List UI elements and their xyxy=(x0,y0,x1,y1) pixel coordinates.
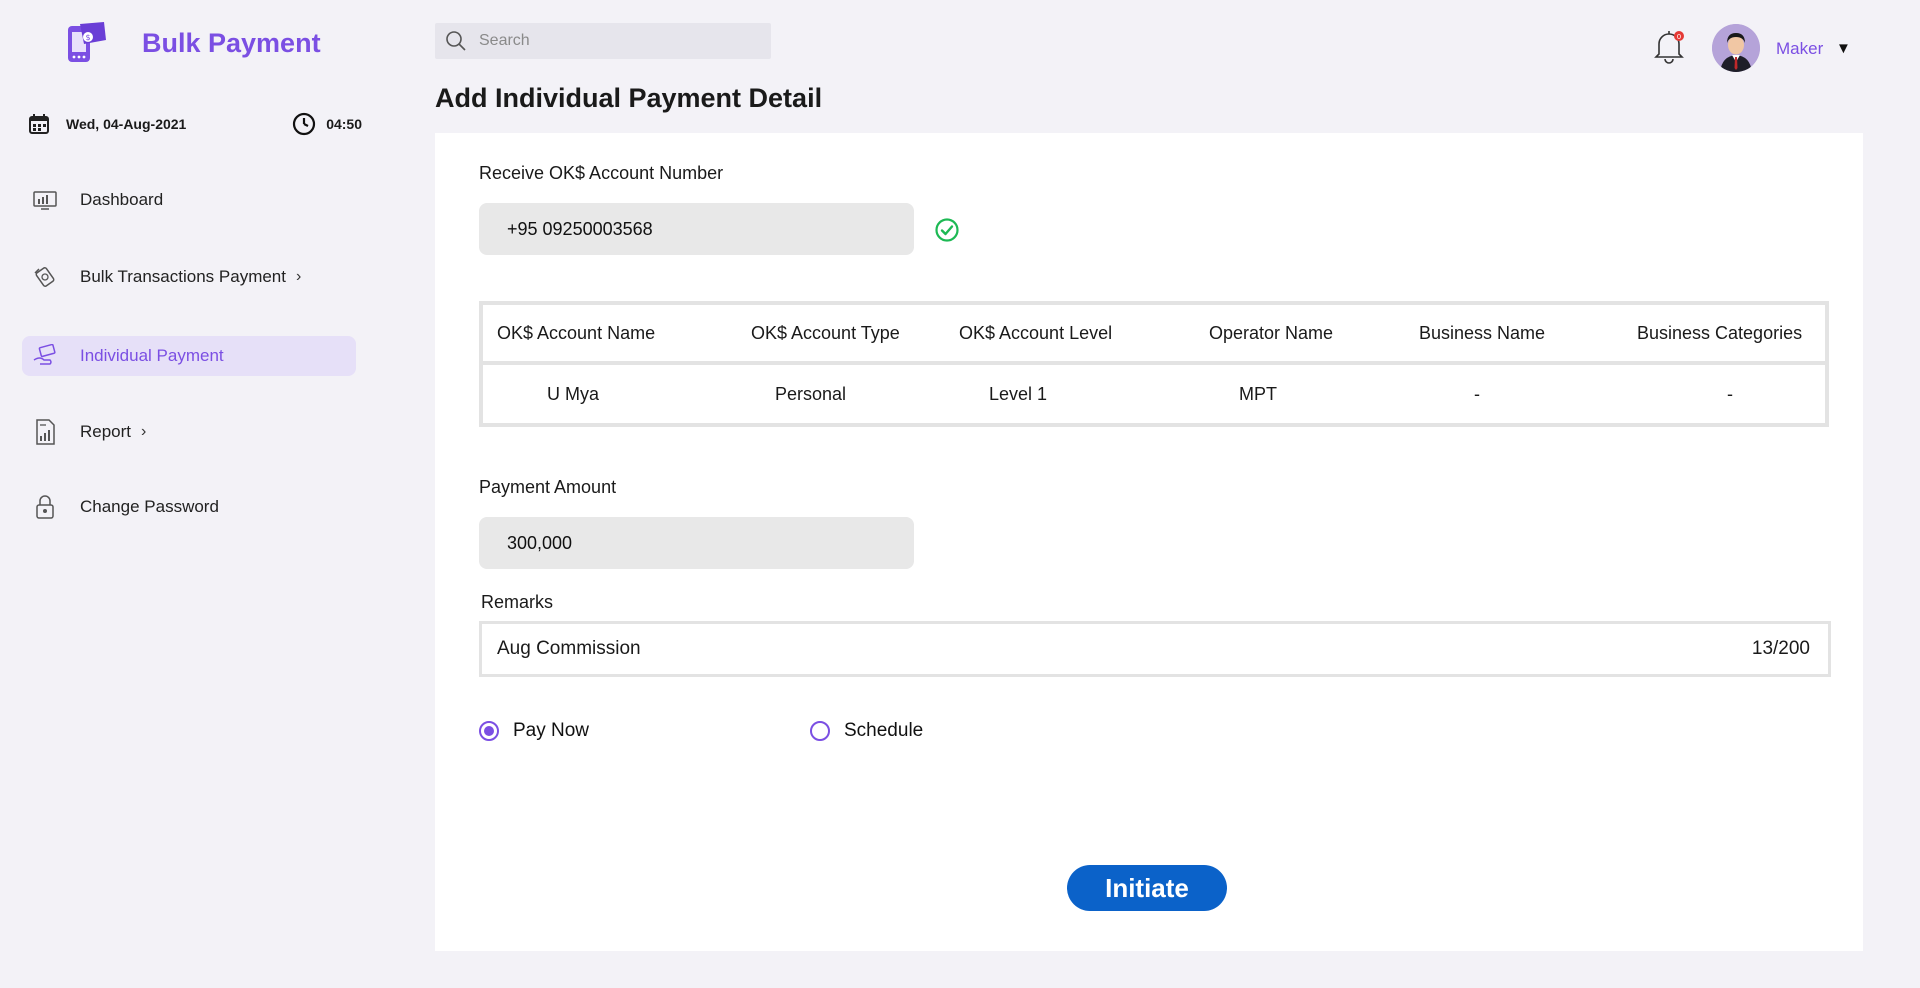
svg-text:$: $ xyxy=(85,33,90,42)
radio-button-checked[interactable] xyxy=(479,721,499,741)
payment-form-card: Receive OK$ Account Number +95 092500035… xyxy=(435,133,1863,951)
table-header: OK$ Account Type xyxy=(751,322,900,343)
account-number-field[interactable]: +95 09250003568 xyxy=(479,203,914,255)
sidebar-item-report[interactable]: Report › xyxy=(22,412,356,452)
radio-dot xyxy=(484,726,494,736)
radio-label: Pay Now xyxy=(513,720,590,741)
check-circle-icon xyxy=(935,218,959,242)
search-bar[interactable] xyxy=(435,23,771,59)
table-cell: U Mya xyxy=(547,383,600,404)
calendar-icon xyxy=(29,114,49,134)
bulk-transactions-icon xyxy=(32,264,58,290)
sidebar-item-label: Bulk Transactions Payment xyxy=(80,267,286,286)
sidebar-item-dashboard[interactable]: Dashboard xyxy=(22,180,356,220)
user-avatar-icon xyxy=(1712,24,1760,72)
remarks-field[interactable]: Aug Commission 13/200 xyxy=(479,621,1831,677)
sidebar-item-label: Change Password xyxy=(80,497,219,516)
table-header: Business Name xyxy=(1419,322,1546,343)
table-cell: Personal xyxy=(775,383,847,404)
current-date: Wed, 04-Aug-2021 xyxy=(66,116,187,132)
remarks-label: Remarks xyxy=(481,592,554,612)
notification-button[interactable]: 0 xyxy=(1652,28,1686,64)
dashboard-icon xyxy=(32,187,58,213)
radio-label: Schedule xyxy=(844,720,924,741)
remarks-character-count: 13/200 xyxy=(1751,638,1810,659)
table-cell: MPT xyxy=(1239,383,1277,404)
time-block: 04:50 xyxy=(292,112,362,136)
radio-schedule[interactable]: Schedule xyxy=(810,720,923,742)
brand-title: Bulk Payment xyxy=(142,27,321,58)
sidebar-item-label: Dashboard xyxy=(80,190,164,209)
sidebar-item-bulk-transactions[interactable]: Bulk Transactions Payment › xyxy=(22,257,356,297)
date-time-bar: Wed, 04-Aug-2021 04:50 xyxy=(28,112,362,136)
caret-down-icon[interactable]: ▼ xyxy=(1836,40,1851,57)
bell-icon: 0 xyxy=(1654,31,1684,64)
sidebar-item-individual-payment[interactable]: Individual Payment xyxy=(22,336,356,376)
table-cell: - xyxy=(1727,383,1733,404)
radio-pay-now[interactable]: Pay Now xyxy=(479,720,589,742)
table-header: Business Categories xyxy=(1637,322,1803,343)
page-title: Add Individual Payment Detail xyxy=(435,83,823,113)
chevron-right-icon: › xyxy=(295,268,302,285)
search-icon xyxy=(446,31,466,51)
avatar[interactable] xyxy=(1712,24,1760,72)
date-block: Wed, 04-Aug-2021 xyxy=(28,113,186,135)
table-header-row: OK$ Account Name OK$ Account Type OK$ Ac… xyxy=(483,305,1825,365)
brand[interactable]: $ Bulk Payment xyxy=(64,20,321,66)
sidebar-item-change-password[interactable]: Change Password xyxy=(22,487,356,527)
account-number-label: Receive OK$ Account Number xyxy=(479,163,724,183)
table-cell: - xyxy=(1474,383,1480,404)
sidebar-item-label: Report xyxy=(80,422,132,441)
current-time: 04:50 xyxy=(326,116,362,132)
table-cell: Level 1 xyxy=(989,383,1048,404)
wallet-phone-logo-icon: $ xyxy=(68,22,106,62)
user-name[interactable]: Maker xyxy=(1776,39,1823,59)
initiate-button[interactable]: Initiate xyxy=(1067,865,1227,911)
table-header: OK$ Account Level xyxy=(959,322,1113,343)
sidebar: $ Bulk Payment Wed, 04-Aug-2021 04:50 Da… xyxy=(0,0,380,988)
individual-payment-icon xyxy=(32,343,58,369)
lock-icon xyxy=(32,494,58,520)
remarks-text: Aug Commission xyxy=(497,638,641,659)
app-root: $ Bulk Payment Wed, 04-Aug-2021 04:50 Da… xyxy=(0,0,1920,988)
table-header: Operator Name xyxy=(1209,322,1334,343)
chevron-right-icon: › xyxy=(141,423,147,440)
account-details-table: OK$ Account Name OK$ Account Type OK$ Ac… xyxy=(479,301,1829,427)
payment-amount-field[interactable]: 300,000 xyxy=(479,517,914,569)
report-icon xyxy=(32,419,58,445)
clock-icon xyxy=(293,112,316,136)
sidebar-item-label: Individual Payment xyxy=(80,346,224,365)
radio-button-unchecked[interactable] xyxy=(810,721,830,741)
search-input[interactable] xyxy=(479,32,759,50)
table-header: OK$ Account Name xyxy=(497,322,656,343)
payment-amount-label: Payment Amount xyxy=(479,477,617,497)
table-row: U Mya Personal Level 1 MPT - - xyxy=(483,365,1825,423)
notification-count: 0 xyxy=(1677,33,1681,41)
